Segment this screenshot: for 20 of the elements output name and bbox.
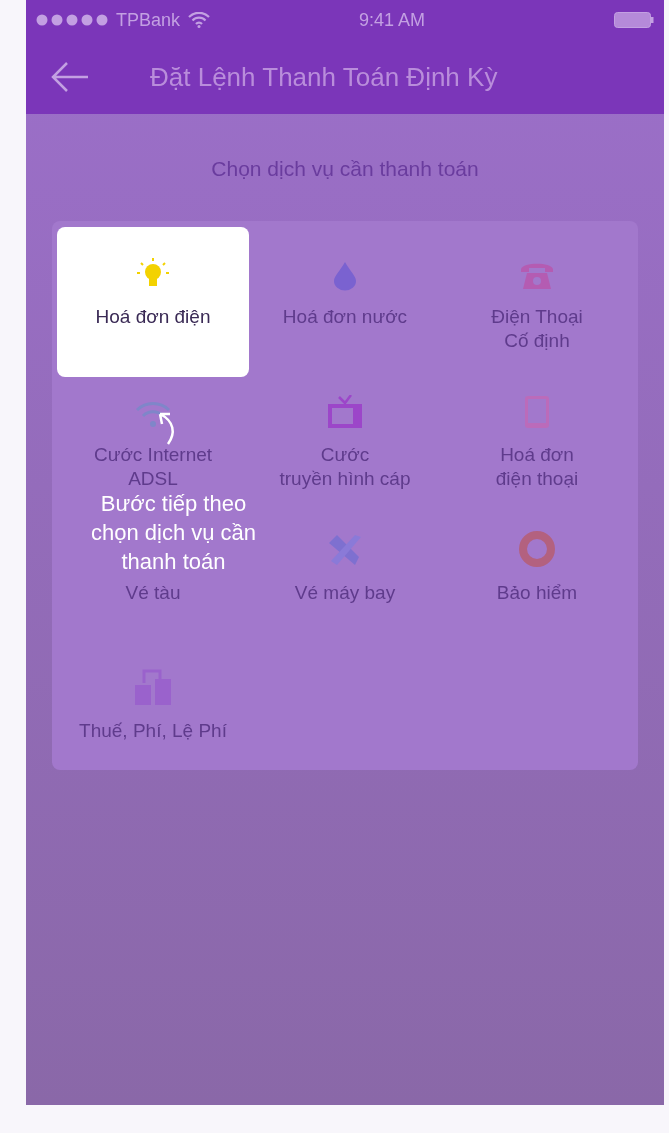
battery-icon: [614, 12, 654, 28]
coach-mark-text: Bước tiếp theo chọn dịch vụ cần thanh toán: [89, 490, 258, 576]
back-arrow-icon[interactable]: [50, 61, 90, 93]
service-tile[interactable]: Bảo hiểm: [441, 514, 633, 605]
television-icon: [327, 394, 363, 429]
water-drop-icon: [332, 260, 358, 291]
service-tile[interactable]: Cước Internet ADSL: [57, 376, 249, 491]
wifi-icon: [188, 12, 211, 28]
screen-title: Đặt Lệnh Thanh Toán Định Kỳ: [150, 60, 498, 94]
service-tile[interactable]: Điện Thoại Cố định: [441, 226, 633, 377]
service-tile[interactable]: Vé tàu: [57, 580, 249, 605]
service-tile[interactable]: Hoá đơn điện thoại: [441, 376, 633, 491]
service-tile[interactable]: Hoá đơn nước: [249, 226, 441, 377]
service-tile[interactable]: Thuế, Phí, Lệ Phí: [57, 652, 249, 743]
tablet-icon: [524, 394, 550, 429]
clock-time: 9:41 AM: [359, 8, 426, 32]
lifebuoy-icon: [519, 530, 555, 567]
carrier-name: TPBank: [116, 8, 181, 32]
service-tile[interactable]: Hoá đơn điện: [57, 226, 249, 377]
service-tile[interactable]: Cước truyền hình cáp: [249, 376, 441, 491]
